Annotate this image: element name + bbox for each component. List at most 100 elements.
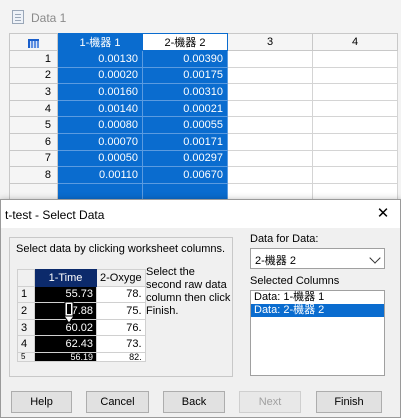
data-for-data-select[interactable]: 2-機器 2 [250,248,385,269]
cell[interactable]: 0.00021 [142,99,228,118]
cell[interactable] [312,132,398,151]
finish-button[interactable]: Finish [316,391,382,413]
cell[interactable] [312,83,398,101]
row-header[interactable] [9,182,58,201]
selected-column-item[interactable]: Data: 1-機器 1 [251,291,384,304]
cell[interactable] [312,99,398,118]
preview-corner [17,269,35,287]
preview-row-header: 1 [17,285,35,304]
list-item: 4 62.43 73. [17,335,146,353]
cell[interactable] [312,182,398,201]
cell[interactable] [312,66,398,85]
selected-column-item[interactable]: Data: 2-機器 2 [251,304,384,317]
table-row: 5 0.00080 0.00055 [9,116,398,134]
cell[interactable]: 0.00070 [57,132,143,151]
cell[interactable]: 0.00140 [57,99,143,118]
worksheet-grid: 1-機器 1 2-機器 2 3 4 1 0.00130 0.00390 2 0.… [9,33,398,201]
worksheet-document-icon [12,10,24,24]
cell[interactable]: 0.00110 [57,166,143,184]
preview-row-header: 5 [17,351,35,362]
cell[interactable] [227,83,313,101]
select-all-corner[interactable] [9,33,58,51]
cell[interactable] [227,116,313,134]
worksheet-header-row: 1-機器 1 2-機器 2 3 4 [9,33,398,51]
list-item: 2 57.88 75. [17,302,146,320]
selected-columns-label: Selected Columns [250,275,340,287]
row-header[interactable]: 1 [9,50,58,68]
preview-column-header-2: 2-Oxyge [96,269,146,287]
help-button[interactable]: Help [11,391,72,413]
cell[interactable]: 0.00130 [57,50,143,68]
chevron-down-icon [369,252,381,264]
cell[interactable] [227,66,313,85]
cell[interactable] [227,182,313,201]
list-item: 5 56.19 82. [17,351,146,362]
row-header[interactable]: 4 [9,99,58,118]
cell[interactable]: 0.00160 [57,83,143,101]
worksheet-titlebar: Data 1 [0,0,401,33]
cell[interactable] [312,50,398,68]
table-row: 8 0.00110 0.00670 [9,166,398,184]
cell[interactable] [312,116,398,134]
row-header[interactable]: 6 [9,132,58,151]
preview-cell: 82. [96,351,146,362]
cell[interactable]: 0.00050 [57,149,143,168]
preview-column-header-1: 1-Time [34,269,97,287]
worksheet-title: Data 1 [31,11,67,25]
worksheet-window: Data 1 1-機器 1 2-機器 2 3 4 1 0.00130 0.003… [0,0,401,205]
preview-header-row: 1-Time 2-Oxyge [17,269,146,287]
preview-cell: 56.19 [34,351,97,362]
dialog-title: t-test - Select Data [5,208,105,222]
cell[interactable] [312,149,398,168]
cell[interactable] [227,149,313,168]
dialog-titlebar: t-test - Select Data ✕ [1,200,400,228]
grid-icon [28,38,39,48]
cell[interactable] [57,182,143,201]
list-item: 3 60.02 76. [17,318,146,337]
preview-row-header: 2 [17,302,35,320]
row-header[interactable]: 7 [9,149,58,168]
selected-columns-list[interactable]: Data: 1-機器 1 Data: 2-機器 2 [250,290,385,376]
close-icon[interactable]: ✕ [372,204,394,224]
cell[interactable] [227,132,313,151]
data-for-data-label: Data for Data: [250,233,319,245]
cell[interactable]: 0.00175 [142,66,228,85]
row-header[interactable]: 8 [9,166,58,184]
cell[interactable] [227,166,313,184]
row-header[interactable]: 5 [9,116,58,134]
preview-row-header: 4 [17,335,35,353]
column-header-2[interactable]: 2-機器 2 [142,33,228,51]
cell[interactable]: 0.00390 [142,50,228,68]
table-row [9,182,398,201]
cell[interactable] [227,99,313,118]
cell[interactable]: 0.00020 [57,66,143,85]
next-button[interactable]: Next [239,391,301,413]
column-header-3[interactable]: 3 [227,33,313,51]
row-header[interactable]: 2 [9,66,58,85]
cell[interactable]: 0.00670 [142,166,228,184]
table-row: 2 0.00020 0.00175 [9,66,398,85]
row-header[interactable]: 3 [9,83,58,101]
hint-text: Select the second raw data column then c… [146,266,231,317]
cell[interactable]: 0.00080 [57,116,143,134]
preview-cell: 78. [96,285,146,304]
cancel-button[interactable]: Cancel [86,391,149,413]
cell[interactable] [142,182,228,201]
cell[interactable]: 0.00310 [142,83,228,101]
cell[interactable]: 0.00055 [142,116,228,134]
column-select-cursor-icon [63,301,75,324]
back-button[interactable]: Back [163,391,225,413]
t-test-dialog: t-test - Select Data ✕ Select data by cl… [0,199,401,418]
cell[interactable] [312,166,398,184]
cell[interactable] [227,50,313,68]
column-header-4[interactable]: 4 [312,33,398,51]
preview-cell: 62.43 [34,335,97,353]
column-header-1[interactable]: 1-機器 1 [57,33,143,51]
cell[interactable]: 0.00171 [142,132,228,151]
list-item: 1 55.73 78. [17,285,146,304]
preview-row-header: 3 [17,318,35,337]
table-row: 6 0.00070 0.00171 [9,132,398,151]
cell[interactable]: 0.00297 [142,149,228,168]
preview-cell: 75. [96,302,146,320]
preview-cell: 76. [96,318,146,337]
